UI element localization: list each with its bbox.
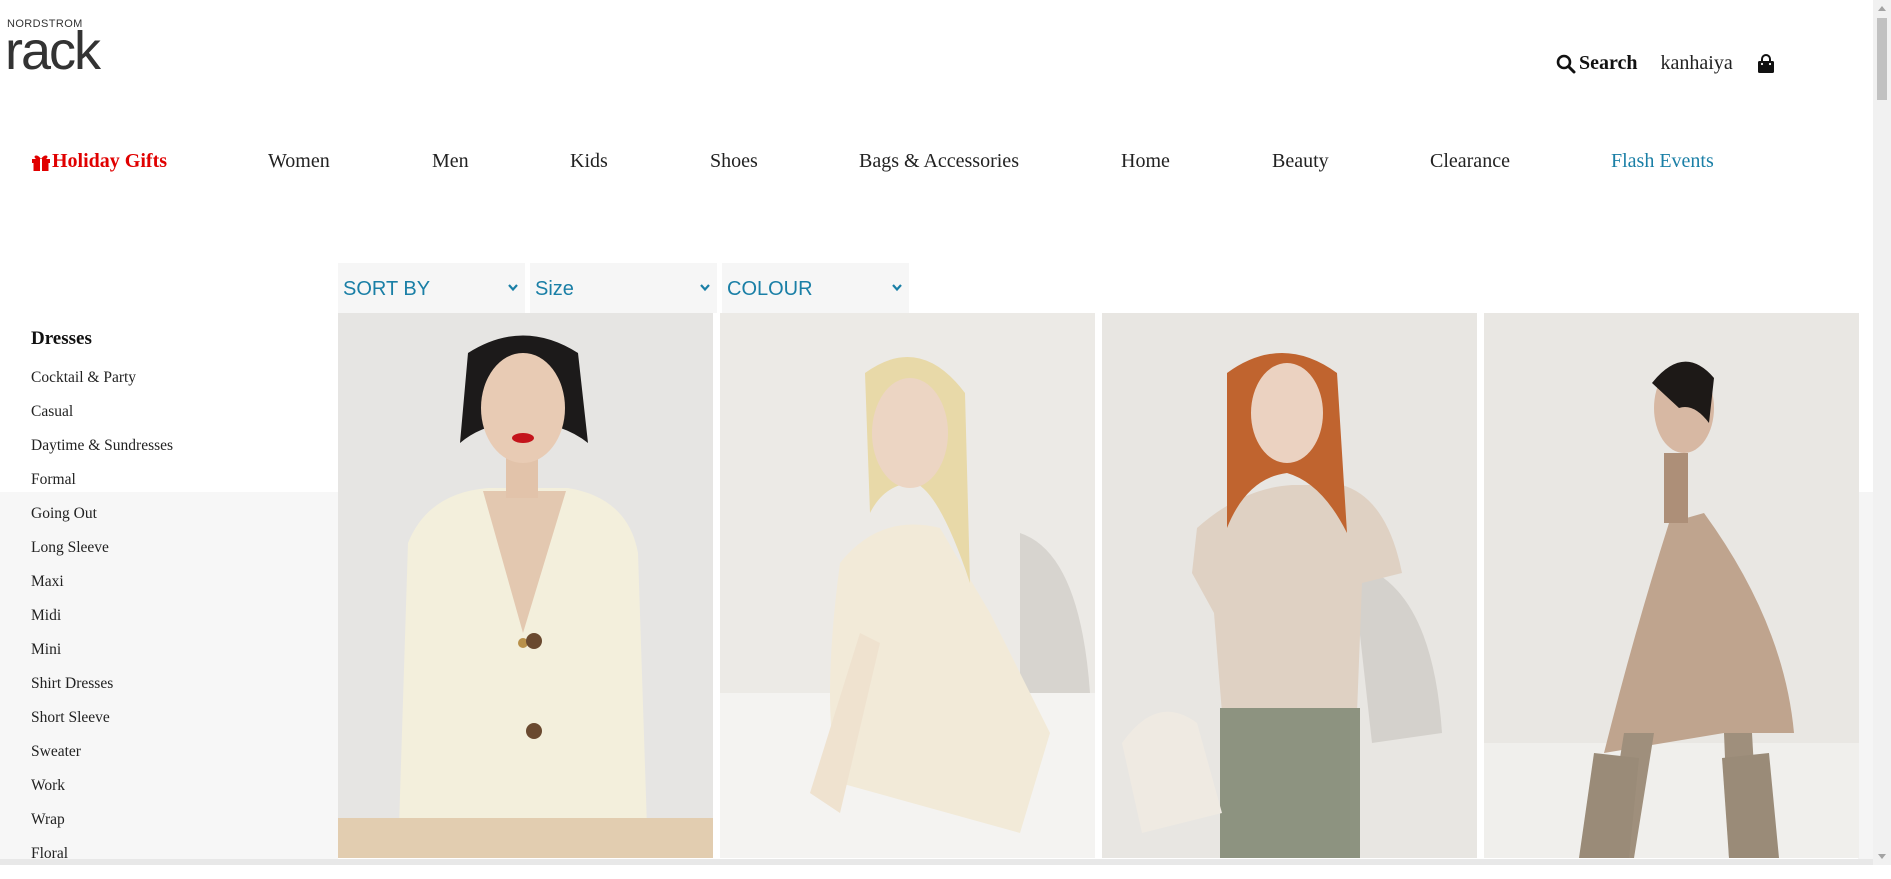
scroll-down-icon[interactable]: [1878, 854, 1886, 859]
category-item[interactable]: Shirt Dresses: [31, 675, 321, 709]
category-item[interactable]: Midi: [31, 607, 321, 641]
product-grid: [338, 313, 1866, 858]
nordstrom-rack-logo[interactable]: NORDSTROM rack: [5, 18, 117, 78]
search-button[interactable]: Search: [1556, 52, 1638, 75]
sidebar-title: Dresses: [31, 328, 92, 349]
scroll-up-icon[interactable]: [1878, 6, 1886, 11]
size-label: Size: [535, 278, 574, 300]
colour-dropdown[interactable]: COLOUR: [722, 263, 909, 313]
gift-icon: [32, 155, 50, 171]
category-sidebar: Dresses Cocktail & Party Casual Daytime …: [31, 328, 321, 879]
colour-label: COLOUR: [727, 278, 813, 300]
nav-flash-events[interactable]: Flash Events: [1611, 150, 1714, 173]
nav-kids[interactable]: Kids: [570, 150, 608, 173]
category-item[interactable]: Daytime & Sundresses: [31, 437, 321, 471]
horizontal-scrollbar[interactable]: [0, 859, 1873, 865]
vertical-scrollbar[interactable]: [1873, 0, 1891, 865]
category-item[interactable]: Long Sleeve: [31, 539, 321, 573]
category-item[interactable]: Sweater: [31, 743, 321, 777]
category-item[interactable]: Wrap: [31, 811, 321, 845]
product-card[interactable]: [338, 313, 713, 858]
main-navigation: Holiday Gifts Women Men Kids Shoes Bags …: [0, 150, 1860, 180]
category-item[interactable]: Going Out: [31, 505, 321, 539]
nav-holiday-gifts-label: Holiday Gifts: [52, 150, 168, 172]
chevron-down-icon: [700, 284, 710, 292]
nav-holiday-gifts[interactable]: Holiday Gifts: [31, 150, 167, 173]
product-image: [720, 313, 1095, 858]
chevron-down-icon: [508, 284, 518, 292]
category-item[interactable]: Casual: [31, 403, 321, 437]
filter-bar: SORT BY Size COLOUR: [338, 263, 914, 313]
nav-home[interactable]: Home: [1121, 150, 1170, 173]
scrollbar-thumb[interactable]: [1877, 18, 1887, 100]
nav-shoes[interactable]: Shoes: [710, 150, 758, 173]
sort-by-dropdown[interactable]: SORT BY: [338, 263, 525, 313]
category-item[interactable]: Mini: [31, 641, 321, 675]
category-item[interactable]: Work: [31, 777, 321, 811]
size-dropdown[interactable]: Size: [530, 263, 717, 313]
category-list: Cocktail & Party Casual Daytime & Sundre…: [31, 369, 321, 879]
nav-men[interactable]: Men: [432, 150, 469, 173]
product-image: [1102, 313, 1477, 858]
nav-women[interactable]: Women: [268, 150, 330, 173]
header-utilities: Search kanhaiya: [1556, 52, 1775, 75]
product-card[interactable]: [1484, 313, 1859, 858]
shopping-bag-button[interactable]: [1757, 53, 1775, 74]
sort-by-label: SORT BY: [343, 278, 431, 300]
account-link[interactable]: kanhaiya: [1661, 52, 1733, 75]
product-image: [1484, 313, 1859, 858]
search-icon: [1556, 54, 1576, 73]
category-item[interactable]: Short Sleeve: [31, 709, 321, 743]
product-image: [338, 313, 713, 858]
nav-bags-accessories[interactable]: Bags & Accessories: [859, 150, 1019, 173]
nav-beauty[interactable]: Beauty: [1272, 150, 1329, 173]
nav-clearance[interactable]: Clearance: [1430, 150, 1510, 173]
chevron-down-icon: [892, 284, 902, 292]
product-card[interactable]: [720, 313, 1095, 858]
logo-rack-text: rack: [5, 21, 101, 81]
product-card[interactable]: [1102, 313, 1477, 858]
shopping-bag-icon: [1757, 53, 1774, 73]
category-item[interactable]: Formal: [31, 471, 321, 505]
search-label: Search: [1579, 52, 1638, 74]
category-item[interactable]: Maxi: [31, 573, 321, 607]
category-item[interactable]: Cocktail & Party: [31, 369, 321, 403]
